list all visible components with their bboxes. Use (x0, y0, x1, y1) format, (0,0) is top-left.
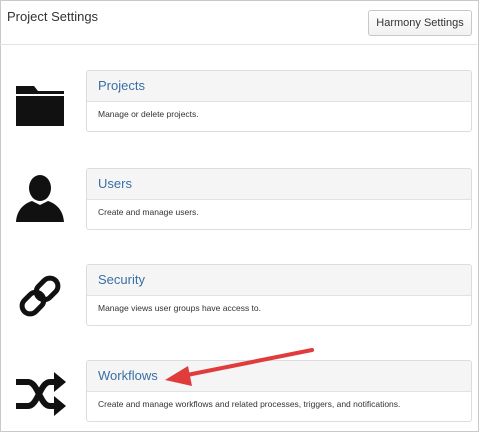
projects-card[interactable]: Projects Manage or delete projects. (86, 70, 472, 132)
security-card[interactable]: Security Manage views user groups have a… (86, 264, 472, 326)
workflows-card[interactable]: Workflows Create and manage workflows an… (86, 360, 472, 422)
security-description: Manage views user groups have access to. (98, 303, 262, 313)
user-icon (16, 175, 64, 222)
workflows-description: Create and manage workflows and related … (98, 399, 401, 409)
link-icon (19, 275, 61, 317)
users-description: Create and manage users. (98, 207, 199, 217)
workflows-link[interactable]: Workflows (87, 361, 471, 392)
users-link[interactable]: Users (87, 169, 471, 200)
folder-icon (16, 86, 64, 126)
users-card[interactable]: Users Create and manage users. (86, 168, 472, 230)
header-divider (0, 44, 477, 45)
shuffle-icon (16, 372, 66, 416)
security-link[interactable]: Security (87, 265, 471, 296)
harmony-settings-button[interactable]: Harmony Settings (368, 10, 472, 36)
page-title: Project Settings (7, 9, 99, 24)
projects-link[interactable]: Projects (87, 71, 471, 102)
projects-description: Manage or delete projects. (98, 109, 199, 119)
